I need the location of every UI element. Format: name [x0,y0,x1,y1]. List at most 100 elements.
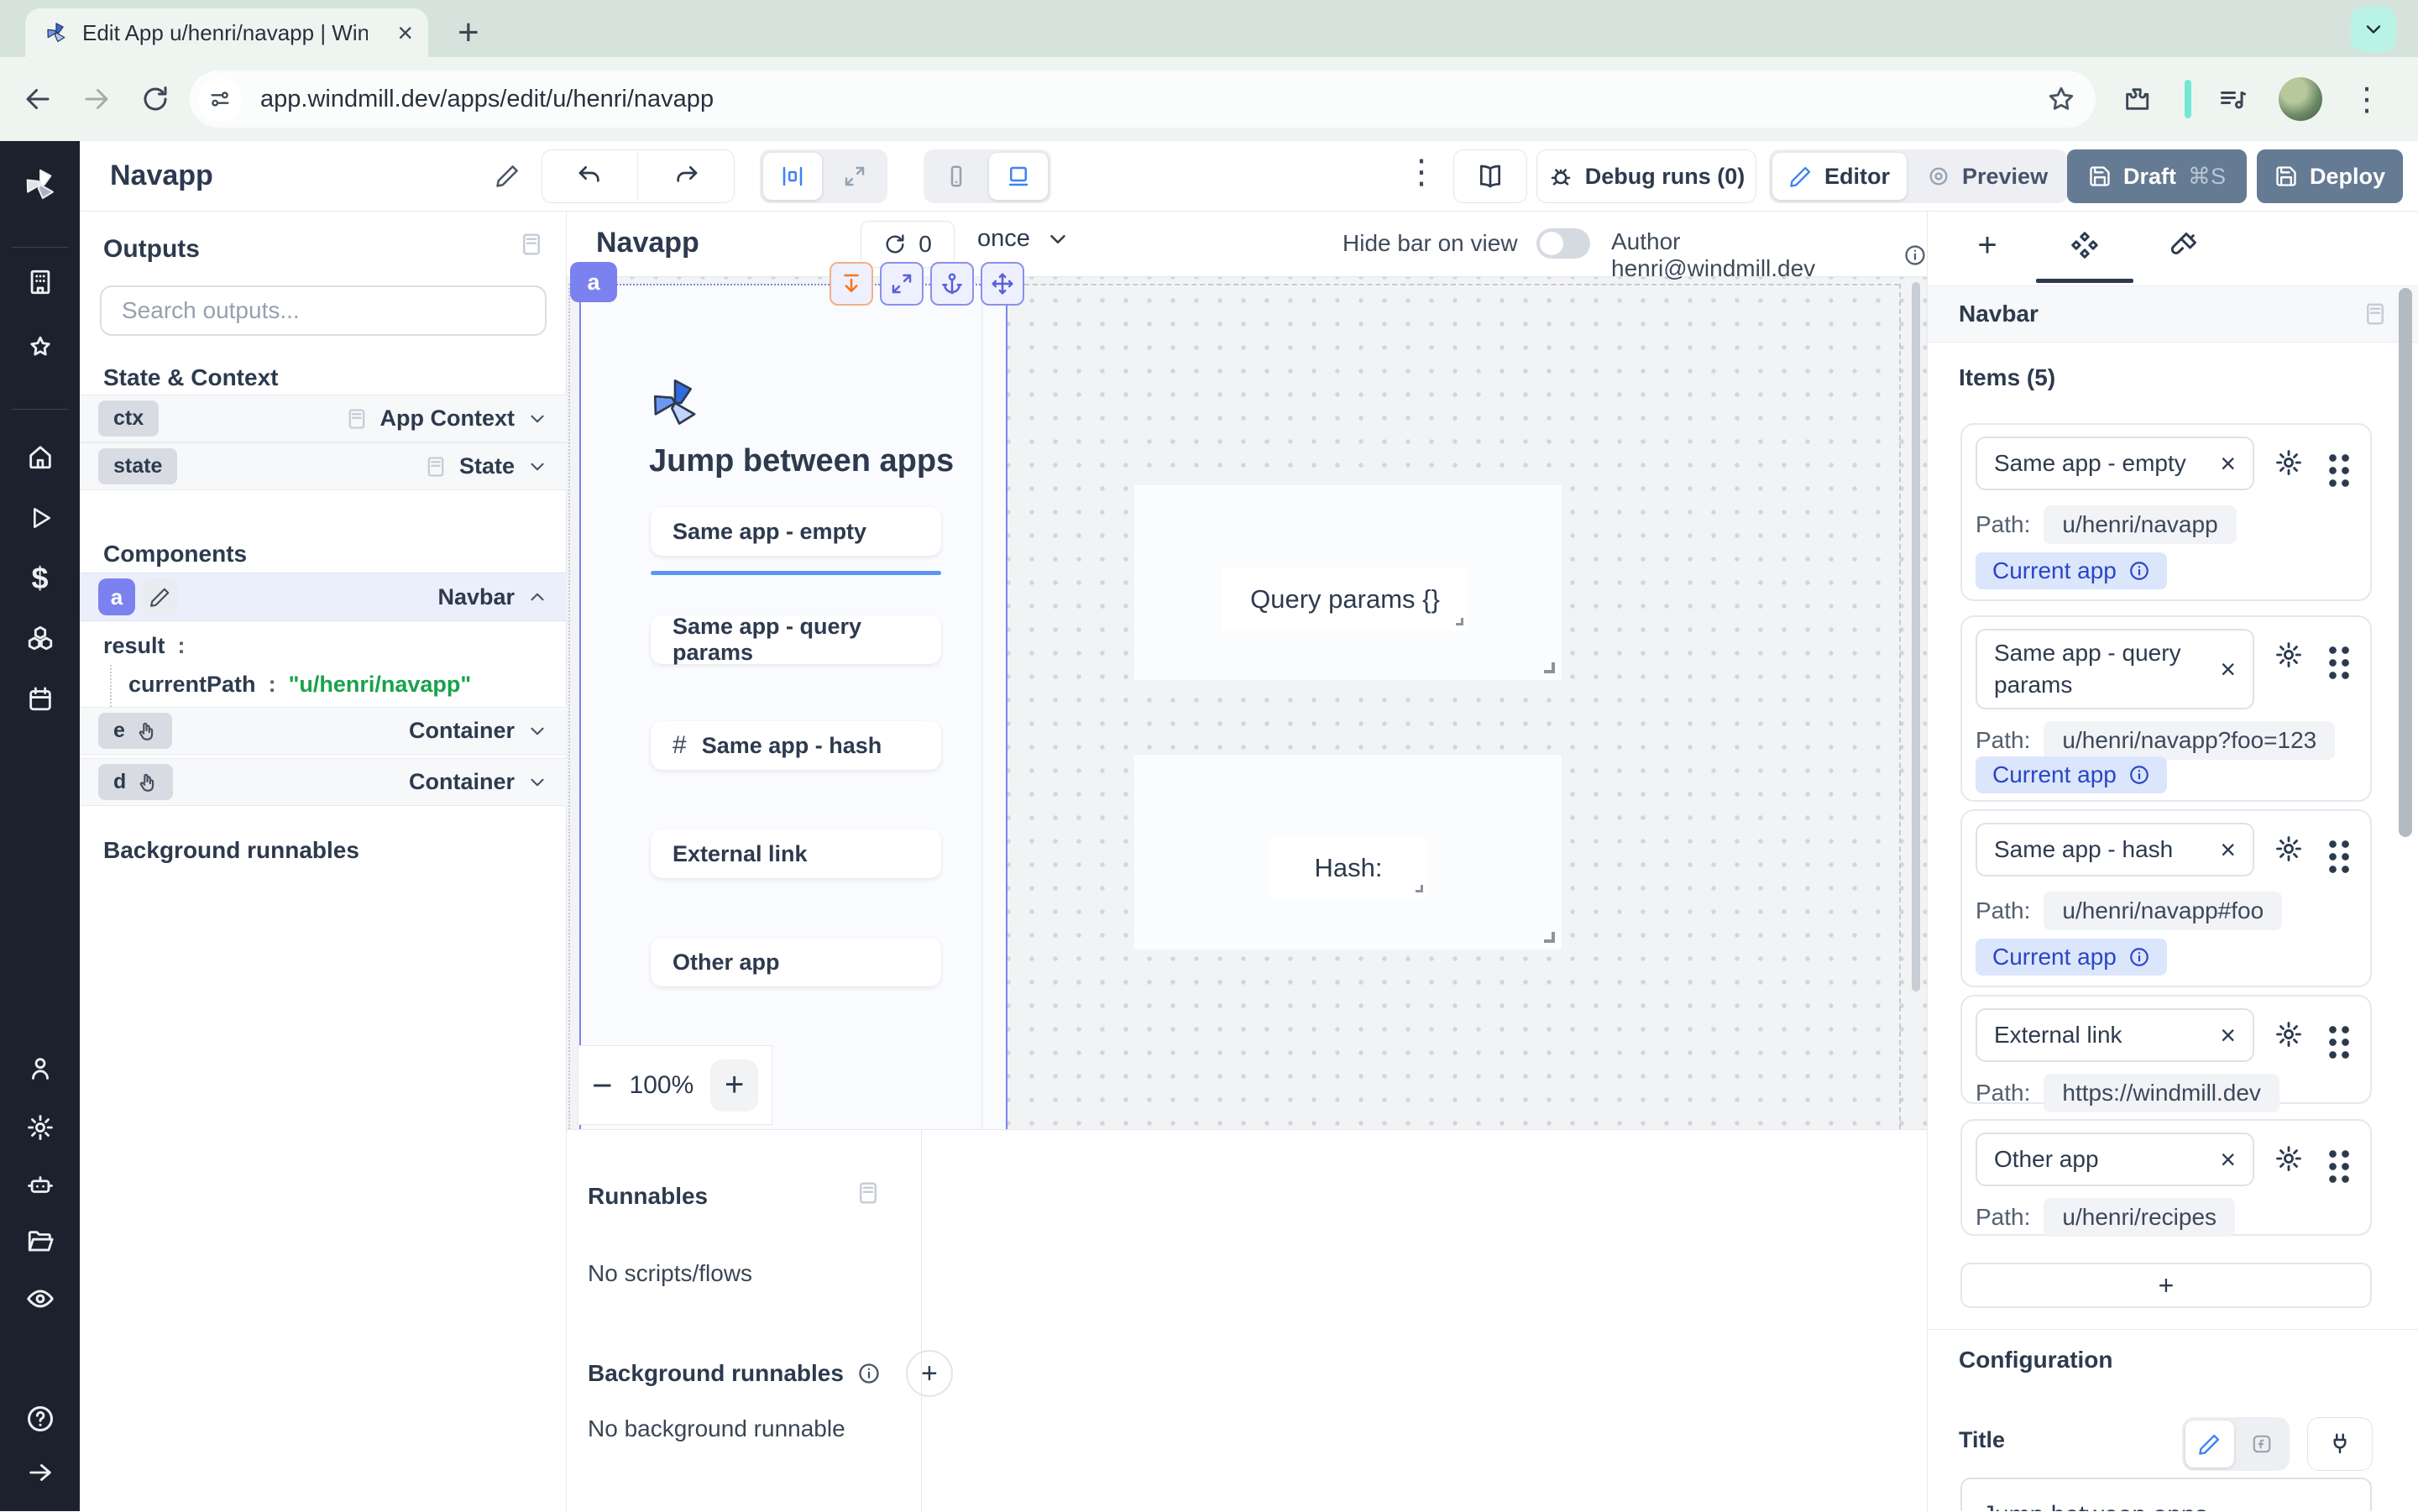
panel-doc-icon[interactable] [856,1180,881,1206]
nav-item-query-params[interactable]: Same app - query params [651,615,941,664]
sidebar-item-users[interactable] [0,1047,80,1091]
refresh-count-button[interactable]: 0 [861,221,955,268]
item-label-input[interactable]: Same app - empty× [1976,437,2254,490]
sidebar-item-workers[interactable] [0,1163,80,1206]
info-icon[interactable] [2128,560,2150,582]
sidebar-item-favorites[interactable] [0,327,80,370]
drag-handle[interactable] [2325,450,2350,487]
bookmark-star-icon[interactable] [2047,85,2075,113]
component-settings-tab[interactable] [2055,223,2114,267]
item-settings-icon[interactable] [2274,834,2303,863]
canvas-scrollbar[interactable] [1912,282,1920,991]
item-settings-icon[interactable] [2274,448,2303,477]
drag-handle[interactable] [2325,1146,2350,1183]
undo-button[interactable] [542,153,638,200]
zoom-in-button[interactable]: + [710,1059,758,1112]
nav-item-external-link[interactable]: External link [651,829,941,878]
sidebar-item-schedules[interactable] [0,677,80,720]
sidebar-expand-icon[interactable] [0,1451,80,1494]
item-settings-icon[interactable] [2274,1020,2303,1049]
component-row-navbar[interactable]: a Navbar [80,573,567,621]
component-row-container-e[interactable]: e Container [80,707,567,755]
item-label-input[interactable]: Same app - query params× [1976,629,2254,709]
item-settings-icon[interactable] [2274,641,2303,669]
hash-container[interactable]: Hash: [1134,755,1562,950]
nav-item-other-app[interactable]: Other app [651,938,941,986]
add-background-runnable-button[interactable]: + [906,1350,953,1397]
clear-icon[interactable]: × [2220,653,2236,685]
browser-menu-icon[interactable]: ⋮ [2351,81,2383,118]
drag-handle[interactable] [2325,1022,2350,1059]
mobile-view-button[interactable] [927,153,986,200]
chevron-down-icon[interactable] [526,456,548,478]
windmill-logo[interactable] [0,163,80,207]
drag-handle[interactable] [2325,642,2350,679]
expression-button[interactable] [2237,1420,2286,1468]
debug-runs-button[interactable]: Debug runs (0) [1536,149,1756,203]
clear-icon[interactable]: × [2220,1020,2236,1051]
draft-button[interactable]: Draft ⌘S [2067,149,2247,203]
resize-handle[interactable] [1544,662,1555,673]
refresh-mode-dropdown[interactable]: once [977,225,1070,253]
clear-icon[interactable]: × [2220,834,2236,866]
pencil-icon[interactable] [142,578,179,615]
hide-bar-toggle[interactable] [1536,228,1590,259]
media-queue-icon[interactable] [2210,84,2257,114]
sidebar-item-variables[interactable]: $ [0,557,80,600]
info-icon[interactable] [857,1362,881,1385]
sidebar-item-resources[interactable] [0,616,80,660]
centered-layout-button[interactable] [763,153,822,200]
sidebar-item-home[interactable] [0,435,80,479]
browser-tab[interactable]: Edit App u/henri/navapp | Win × [25,8,428,57]
move-button[interactable] [981,262,1024,306]
add-nav-item-button[interactable]: + [1960,1263,2372,1308]
resize-handle[interactable] [1544,932,1555,943]
item-label-input[interactable]: Other app× [1976,1133,2254,1186]
chevron-down-icon[interactable] [526,720,548,742]
url-text[interactable]: app.windmill.dev/apps/edit/u/henri/navap… [260,86,2047,113]
selected-navbar-component[interactable]: Jump between apps Same app - empty Same … [579,284,1008,1129]
drag-handle[interactable] [2325,836,2350,873]
static-value-button[interactable] [2185,1420,2234,1468]
back-button[interactable] [8,84,67,114]
docs-button[interactable] [1453,149,1527,203]
redo-button[interactable] [638,153,734,200]
ctx-row[interactable]: ctx App Context [80,395,567,442]
item-path-value[interactable]: u/henri/navapp [2044,505,2236,544]
desktop-view-button[interactable] [989,153,1048,200]
state-row[interactable]: state State [80,442,567,490]
sidebar-item-workspace[interactable] [0,260,80,304]
edit-app-name-icon[interactable] [495,163,521,188]
component-row-container-d[interactable]: d Container [80,758,567,806]
search-outputs-input[interactable] [100,285,547,336]
tab-search-button[interactable] [2351,7,2396,52]
clear-icon[interactable]: × [2220,1144,2236,1175]
new-tab-button[interactable]: + [458,12,479,54]
site-settings-icon[interactable] [198,77,242,121]
info-icon[interactable] [2128,764,2150,786]
sidebar-item-runs[interactable] [0,496,80,540]
item-label-input[interactable]: Same app - hash× [1976,823,2254,876]
item-path-value[interactable]: u/henri/navapp#foo [2044,892,2282,930]
reload-button[interactable] [126,84,185,114]
selection-id-badge[interactable]: a [570,262,617,302]
tab-close-icon[interactable]: × [397,18,413,49]
query-params-container[interactable]: Query params {} [1134,485,1562,680]
nav-item-hash[interactable]: # Same app - hash [651,721,941,770]
chevron-down-icon[interactable] [526,772,548,793]
profile-avatar[interactable] [2279,77,2322,121]
panel-doc-icon[interactable] [2363,301,2388,327]
info-icon[interactable] [2128,946,2150,968]
item-label-input[interactable]: External link× [1976,1008,2254,1062]
clear-icon[interactable]: × [2220,448,2236,479]
sidebar-item-settings[interactable] [0,1106,80,1149]
expand-down-button[interactable] [830,262,873,306]
full-width-button[interactable] [825,153,884,200]
deploy-button[interactable]: Deploy [2257,149,2403,203]
more-options-icon[interactable]: ⋮ [1405,153,1438,191]
item-path-value[interactable]: u/henri/navapp?foo=123 [2044,721,2335,760]
item-path-value[interactable]: u/henri/recipes [2044,1198,2235,1237]
fullscreen-button[interactable] [880,262,924,306]
editor-tab[interactable]: Editor [1772,153,1907,200]
chevron-down-icon[interactable] [526,408,548,430]
